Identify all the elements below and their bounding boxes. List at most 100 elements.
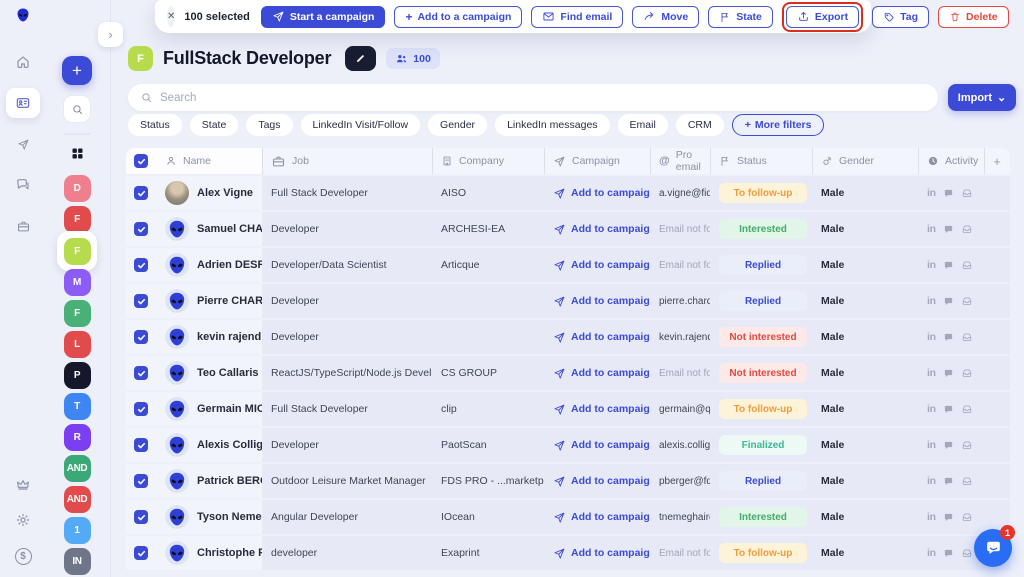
add-to-campaign-link[interactable]: Add to campaign: [553, 187, 650, 200]
add-to-campaign-link[interactable]: Add to campaign: [553, 511, 650, 524]
import-button[interactable]: Import⌄: [948, 84, 1016, 111]
name-cell[interactable]: Samuel CHAPEL: [156, 212, 262, 246]
more-filters-button[interactable]: +More filters: [732, 114, 825, 136]
status-badge[interactable]: Interested: [719, 507, 807, 527]
header-cell-pro_email[interactable]: @Pro email: [650, 148, 710, 174]
prospect-list-avatar[interactable]: AND: [57, 453, 97, 484]
add-to-campaign-link[interactable]: Add to campaign: [553, 439, 650, 452]
add-to-campaign-link[interactable]: Add to campaign: [553, 295, 650, 308]
start-campaign-button[interactable]: Start a campaign: [261, 6, 386, 28]
sidebar-item-billing[interactable]: $: [15, 548, 32, 565]
filter-chip-status[interactable]: Status: [128, 114, 182, 136]
add-column-button[interactable]: +: [984, 148, 1010, 174]
sidebar-item-upgrade[interactable]: [15, 476, 31, 497]
name-cell[interactable]: Patrick BERGER: [156, 464, 262, 498]
row-checkbox[interactable]: [134, 438, 148, 452]
add-to-campaign-link[interactable]: Add to campaign: [553, 259, 650, 272]
status-badge[interactable]: Replied: [719, 471, 807, 491]
row-checkbox[interactable]: [134, 546, 148, 560]
add-to-campaign-link[interactable]: Add to campaign: [553, 475, 650, 488]
prospect-list-avatar[interactable]: IN: [57, 546, 97, 577]
prospect-list-avatar[interactable]: F: [57, 298, 97, 329]
table-row[interactable]: Germain MICHAUDFull Stack DeveloperclipA…: [126, 392, 1010, 426]
filter-chip-tags[interactable]: Tags: [246, 114, 292, 136]
header-cell-campaign[interactable]: Campaign: [544, 148, 650, 174]
prospect-list-avatar[interactable]: M: [57, 267, 97, 298]
add-to-campaign-link[interactable]: Add to campaign: [553, 367, 650, 380]
filter-chip-gender[interactable]: Gender: [428, 114, 487, 136]
prospect-list-avatar[interactable]: F: [57, 231, 97, 271]
header-cell-job[interactable]: Job: [262, 148, 432, 174]
table-row[interactable]: Pierre CHARDATDeveloperAdd to campaignpi…: [126, 284, 1010, 318]
table-row[interactable]: Christophe PonchondeveloperExaprintAdd t…: [126, 536, 1010, 570]
status-badge[interactable]: Finalized: [719, 435, 807, 455]
table-row[interactable]: Alexis CollignonDeveloperPaotScanAdd to …: [126, 428, 1010, 462]
name-cell[interactable]: Alex Vigne: [156, 176, 262, 210]
status-badge[interactable]: To follow-up: [719, 183, 807, 203]
add-to-campaign-link[interactable]: Add to campaign: [553, 223, 650, 236]
sidebar-item-home[interactable]: [6, 47, 40, 77]
row-checkbox[interactable]: [134, 294, 148, 308]
add-to-campaign-link[interactable]: Add to campaign: [553, 403, 650, 416]
header-cell-company[interactable]: Company: [432, 148, 544, 174]
sidebar-item-messaging[interactable]: [6, 170, 40, 200]
table-row[interactable]: Samuel CHAPELDeveloperARCHESI-EAAdd to c…: [126, 212, 1010, 246]
edit-list-button[interactable]: [345, 46, 376, 71]
name-cell[interactable]: kevin rajendram: [156, 320, 262, 354]
sidebar-item-inbox[interactable]: [6, 211, 40, 241]
move-button[interactable]: Move: [632, 6, 699, 28]
status-badge[interactable]: Replied: [719, 291, 807, 311]
find-email-button[interactable]: Find email: [531, 6, 623, 28]
sidebar-item-prospects[interactable]: [6, 88, 40, 118]
delete-button[interactable]: Delete: [938, 6, 1009, 28]
status-badge[interactable]: Not interested: [719, 363, 807, 383]
prospect-list-avatar[interactable]: R: [57, 422, 97, 453]
all-lists-grid-button[interactable]: [70, 146, 85, 164]
select-all-checkbox[interactable]: [134, 154, 148, 168]
status-badge[interactable]: Interested: [719, 219, 807, 239]
name-cell[interactable]: Pierre CHARDAT: [156, 284, 262, 318]
add-to-campaign-button[interactable]: +Add to a campaign: [394, 6, 522, 28]
prospect-list-avatar[interactable]: AND: [57, 484, 97, 515]
filter-chip-linkedin-visit-follow[interactable]: LinkedIn Visit/Follow: [301, 114, 421, 136]
status-badge[interactable]: Replied: [719, 255, 807, 275]
table-row[interactable]: Teo CallarisReactJS/TypeScript/Node.js D…: [126, 356, 1010, 390]
prospect-list-avatar[interactable]: L: [57, 329, 97, 360]
name-cell[interactable]: Alexis Collignon: [156, 428, 262, 462]
search-input[interactable]: [160, 92, 926, 104]
row-checkbox[interactable]: [134, 186, 148, 200]
filter-chip-email[interactable]: Email: [618, 114, 668, 136]
list-search-button[interactable]: [63, 95, 91, 123]
name-cell[interactable]: Germain MICHAUD: [156, 392, 262, 426]
tag-button[interactable]: Tag: [872, 6, 929, 28]
row-checkbox[interactable]: [134, 258, 148, 272]
name-cell[interactable]: Adrien DESROSES: [156, 248, 262, 282]
prospect-list-avatar[interactable]: D: [57, 173, 97, 204]
add-to-campaign-link[interactable]: Add to campaign: [553, 331, 650, 344]
header-cell-activity[interactable]: Activity: [918, 148, 984, 174]
sidebar-item-settings[interactable]: [15, 512, 31, 533]
filter-chip-linkedin-messages[interactable]: LinkedIn messages: [495, 114, 609, 136]
header-cell-gender[interactable]: Gender: [812, 148, 918, 174]
add-list-button[interactable]: +: [62, 56, 92, 85]
status-badge[interactable]: To follow-up: [719, 399, 807, 419]
sidebar-item-campaigns[interactable]: [6, 129, 40, 159]
name-cell[interactable]: Tyson Nemeghaire: [156, 500, 262, 534]
prospect-list-avatar[interactable]: P: [57, 360, 97, 391]
clear-selection-button[interactable]: ✕: [167, 6, 175, 27]
table-row[interactable]: Tyson NemeghaireAngular DeveloperIOceanA…: [126, 500, 1010, 534]
row-checkbox[interactable]: [134, 222, 148, 236]
row-checkbox[interactable]: [134, 402, 148, 416]
row-checkbox[interactable]: [134, 366, 148, 380]
export-button[interactable]: Export: [786, 6, 859, 28]
chat-widget-button[interactable]: 1: [974, 529, 1012, 567]
prospect-list-avatar[interactable]: 1: [57, 515, 97, 546]
status-badge[interactable]: Not interested: [719, 327, 807, 347]
prospect-list-avatar[interactable]: T: [57, 391, 97, 422]
row-checkbox[interactable]: [134, 474, 148, 488]
state-button[interactable]: State: [708, 6, 773, 28]
table-row[interactable]: kevin rajendramDeveloperAdd to campaignk…: [126, 320, 1010, 354]
row-checkbox[interactable]: [134, 330, 148, 344]
filter-chip-crm[interactable]: CRM: [676, 114, 724, 136]
add-to-campaign-link[interactable]: Add to campaign: [553, 547, 650, 560]
